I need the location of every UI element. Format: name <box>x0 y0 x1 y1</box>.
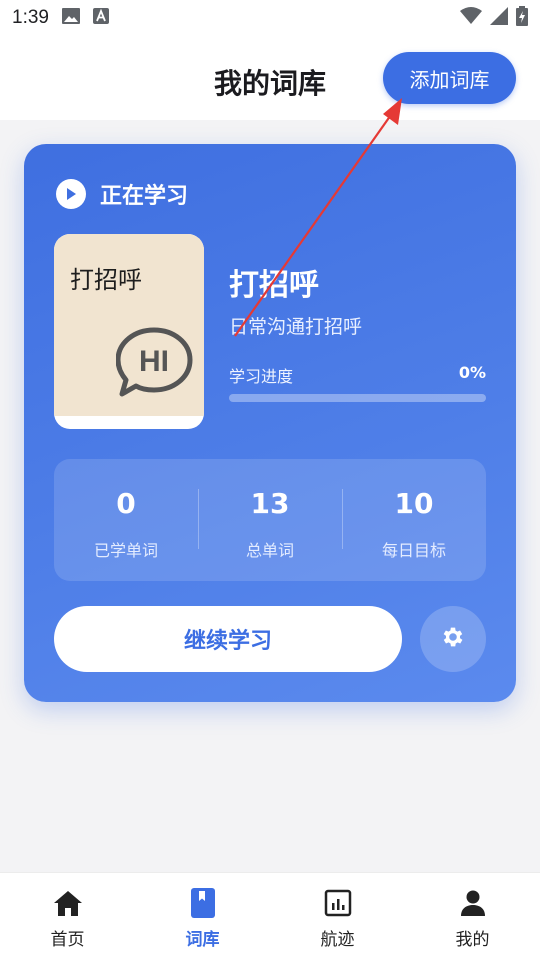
person-icon <box>457 887 489 919</box>
image-icon <box>61 7 81 29</box>
section-title: 正在学习 <box>100 184 189 209</box>
stat-value: 0 <box>116 487 136 520</box>
progress-label: 学习进度 <box>229 367 294 386</box>
status-time: 1:39 <box>12 7 49 28</box>
app-header: 我的词库 添加词库 <box>0 36 540 120</box>
battery-icon <box>516 6 528 30</box>
progress-bar <box>229 394 486 402</box>
book-icon <box>187 887 219 919</box>
stat-label: 每日目标 <box>381 541 446 560</box>
nav-label: 词库 <box>185 930 220 950</box>
wordbook-description: 日常沟通打招呼 <box>229 316 363 338</box>
nav-home[interactable]: 首页 <box>0 873 135 960</box>
wifi-icon <box>460 7 482 29</box>
wordbook-name: 打招呼 <box>229 268 319 303</box>
play-icon <box>56 179 86 209</box>
current-study-card: 正在学习 打招呼 HI 打招呼 日常沟通打招呼 学习进度 0% 0 已学单词 1… <box>24 144 516 702</box>
text-a-icon <box>92 8 109 28</box>
chart-icon <box>322 887 354 919</box>
cover-badge-text: HI <box>139 345 169 378</box>
settings-button[interactable] <box>420 606 486 672</box>
stat-label: 总单词 <box>245 541 294 560</box>
wordbook-cover[interactable]: 打招呼 HI <box>54 234 204 429</box>
stats-panel: 0 已学单词 13 总单词 10 每日目标 <box>54 459 486 581</box>
cover-title: 打招呼 <box>70 266 142 294</box>
nav-label: 航迹 <box>320 930 355 950</box>
speech-bubble-icon: HI <box>115 326 194 402</box>
stat-total: 13 总单词 <box>198 459 342 581</box>
stat-value: 13 <box>250 487 290 520</box>
bottom-nav: 首页 词库 航迹 我的 <box>0 872 540 960</box>
gear-icon <box>440 624 466 654</box>
status-bar: 1:39 <box>0 0 540 36</box>
home-icon <box>52 887 84 919</box>
continue-learning-button[interactable]: 继续学习 <box>54 606 402 672</box>
add-wordbook-button[interactable]: 添加词库 <box>383 52 516 104</box>
nav-label: 首页 <box>50 930 85 950</box>
nav-track[interactable]: 航迹 <box>270 873 405 960</box>
stat-daily-goal: 10 每日目标 <box>342 459 486 581</box>
signal-icon <box>490 7 508 29</box>
nav-wordbook[interactable]: 词库 <box>135 873 270 960</box>
progress-value: 0% <box>458 363 486 382</box>
stat-label: 已学单词 <box>93 541 158 560</box>
stat-learned: 0 已学单词 <box>54 459 198 581</box>
section-header: 正在学习 <box>56 178 188 210</box>
nav-mine[interactable]: 我的 <box>405 873 540 960</box>
nav-label: 我的 <box>455 930 490 950</box>
stat-value: 10 <box>394 487 434 520</box>
